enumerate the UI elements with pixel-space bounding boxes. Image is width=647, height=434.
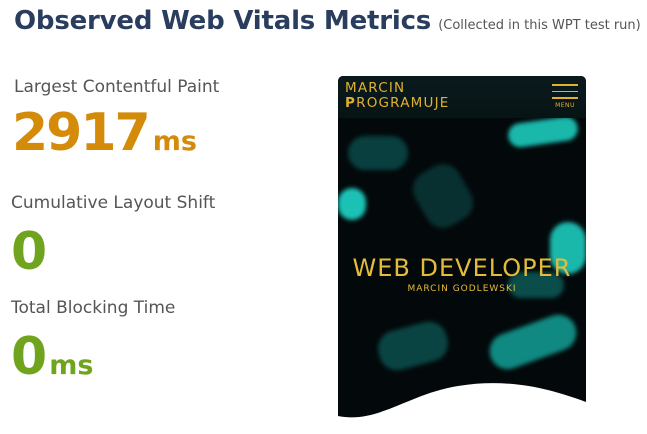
glow-shape — [406, 157, 480, 235]
tbt-number: 0 — [11, 327, 47, 387]
lcp-label: Largest Contentful Paint — [14, 77, 220, 97]
lcp-unit: ms — [152, 126, 197, 157]
hamburger-menu-button[interactable]: MENU — [552, 84, 578, 109]
tbt-label: Total Blocking Time — [11, 298, 176, 318]
glow-shape — [506, 115, 580, 149]
cls-value: 0 — [11, 226, 47, 278]
hero-subtitle: MARCIN GODLEWSKI — [407, 284, 517, 294]
cls-number: 0 — [11, 222, 47, 282]
cls-label: Cumulative Layout Shift — [11, 193, 216, 213]
page-title: Observed Web Vitals Metrics — [14, 6, 432, 36]
page-screenshot: MARCIN PROGRAMUJE MENU WEB DEVELOPER MAR… — [338, 76, 586, 424]
hamburger-icon — [552, 90, 578, 92]
page-subtitle: (Collected in this WPT test run) — [438, 18, 641, 33]
hamburger-icon — [552, 84, 578, 86]
logo-line-2-rest: ROGRAMUJE — [356, 95, 450, 111]
page-header: Observed Web Vitals Metrics (Collected i… — [14, 6, 641, 36]
lcp-value: 2917 ms — [12, 107, 197, 159]
logo-line-2: PROGRAMUJE — [345, 96, 450, 111]
logo-line-1: MARCIN — [345, 80, 406, 96]
tbt-unit: ms — [49, 350, 94, 381]
glow-shape — [348, 136, 408, 170]
tbt-value: 0 ms — [11, 331, 93, 383]
wave-divider — [338, 383, 586, 424]
menu-label: MENU — [555, 101, 575, 109]
site-logo[interactable]: MARCIN PROGRAMUJE — [345, 81, 450, 111]
logo-initial: P — [345, 95, 357, 111]
glow-shape — [484, 309, 582, 375]
glow-shape — [374, 317, 452, 375]
lcp-number: 2917 — [12, 103, 151, 163]
hero-title: WEB DEVELOPER — [352, 254, 572, 282]
glow-shape — [338, 188, 366, 220]
site-navbar: MARCIN PROGRAMUJE MENU — [338, 76, 586, 118]
hamburger-icon — [552, 97, 578, 99]
